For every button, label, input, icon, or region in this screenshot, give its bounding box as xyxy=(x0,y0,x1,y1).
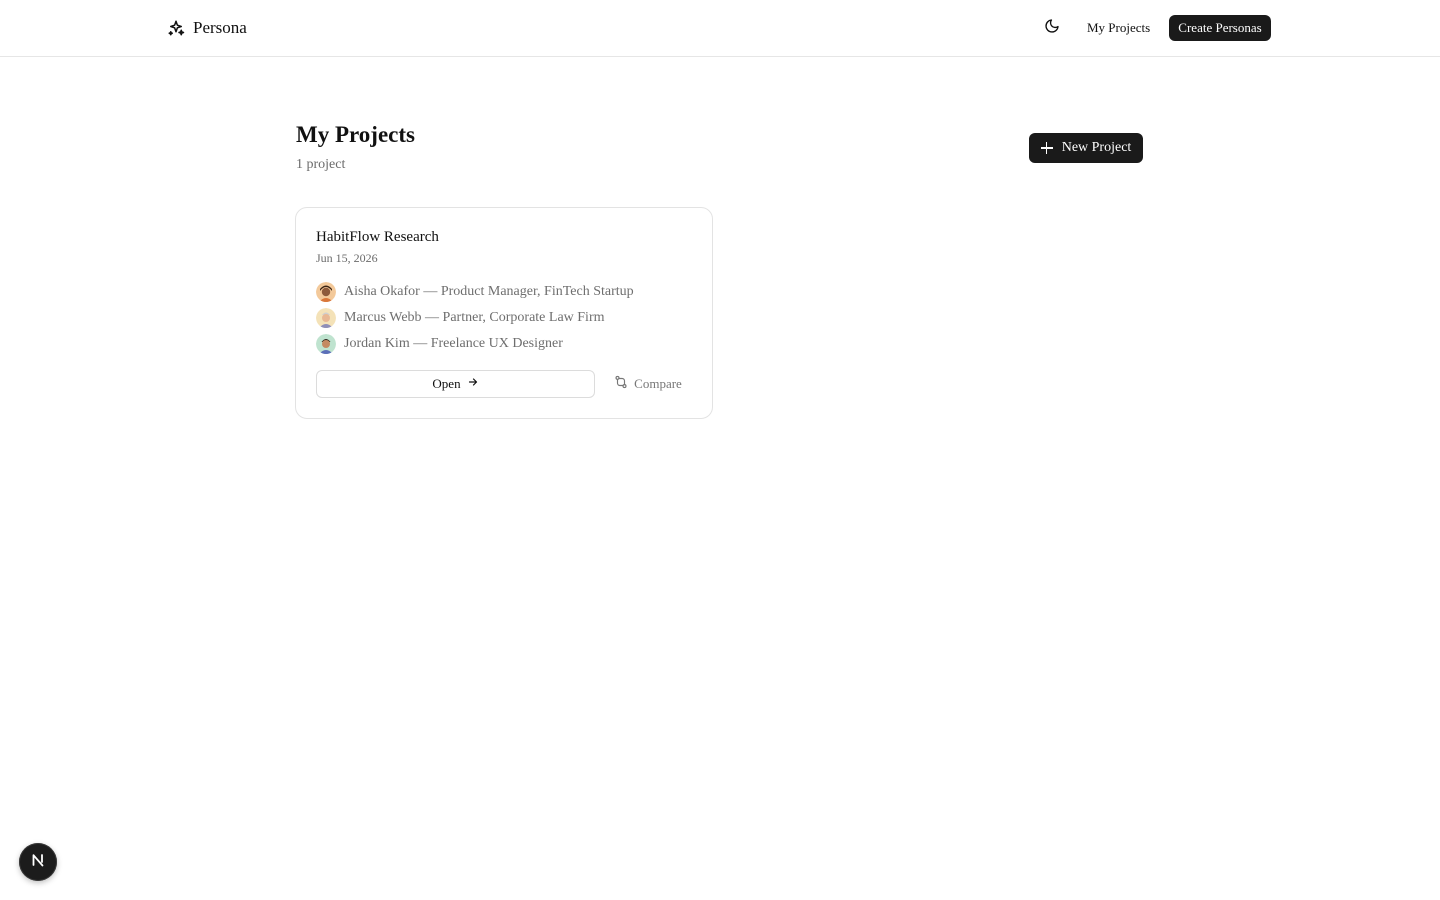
persona-label: Aisha Okafor — Product Manager, FinTech … xyxy=(344,284,634,299)
plus-icon xyxy=(1040,142,1053,154)
compare-arrows-icon xyxy=(614,375,628,393)
new-project-label: New Project xyxy=(1061,140,1132,155)
persona-item: Marcus Webb — Partner, Corporate Law Fir… xyxy=(316,308,605,328)
project-card[interactable]: HabitFlow Research Jun 15, 2026 Aisha Ok… xyxy=(295,207,713,419)
brand[interactable]: Persona xyxy=(167,17,247,39)
persona-name: Jordan Kim xyxy=(344,336,410,351)
persona-label: Jordan Kim — Freelance UX Designer xyxy=(344,336,563,351)
arrow-right-icon xyxy=(467,376,479,392)
avatar xyxy=(316,282,336,302)
project-count: 1 project xyxy=(296,157,346,172)
top-navigation-bar: Persona My Projects Create Personas xyxy=(0,0,1440,57)
compare-button[interactable]: Compare xyxy=(606,370,690,398)
open-label: Open xyxy=(432,376,461,391)
open-project-button[interactable]: Open xyxy=(316,370,595,398)
page-title: My Projects xyxy=(296,122,415,147)
persona-item: Aisha Okafor — Product Manager, FinTech … xyxy=(316,282,634,302)
persona-role: Freelance UX Designer xyxy=(430,336,563,351)
nav-my-projects-link[interactable]: My Projects xyxy=(1080,18,1157,38)
create-personas-button[interactable]: Create Personas xyxy=(1169,15,1271,41)
project-date: Jun 15, 2026 xyxy=(316,251,378,265)
project-title: HabitFlow Research xyxy=(316,229,439,245)
nextjs-n-icon xyxy=(29,851,47,874)
persona-role: Partner, Corporate Law Firm xyxy=(442,310,605,325)
persona-role: Product Manager, FinTech Startup xyxy=(440,284,634,299)
brand-name: Persona xyxy=(193,18,247,37)
avatar xyxy=(316,308,336,328)
persona-name: Aisha Okafor xyxy=(344,284,420,299)
compare-label: Compare xyxy=(634,376,682,391)
moon-icon xyxy=(1044,18,1060,39)
persona-name: Marcus Webb xyxy=(344,310,422,325)
nextjs-dev-indicator[interactable] xyxy=(19,843,57,881)
new-project-button[interactable]: New Project xyxy=(1029,133,1143,163)
sparkles-icon xyxy=(167,19,185,37)
persona-item: Jordan Kim — Freelance UX Designer xyxy=(316,334,563,354)
avatar xyxy=(316,334,336,354)
persona-label: Marcus Webb — Partner, Corporate Law Fir… xyxy=(344,310,605,325)
theme-toggle-button[interactable] xyxy=(1041,17,1063,39)
